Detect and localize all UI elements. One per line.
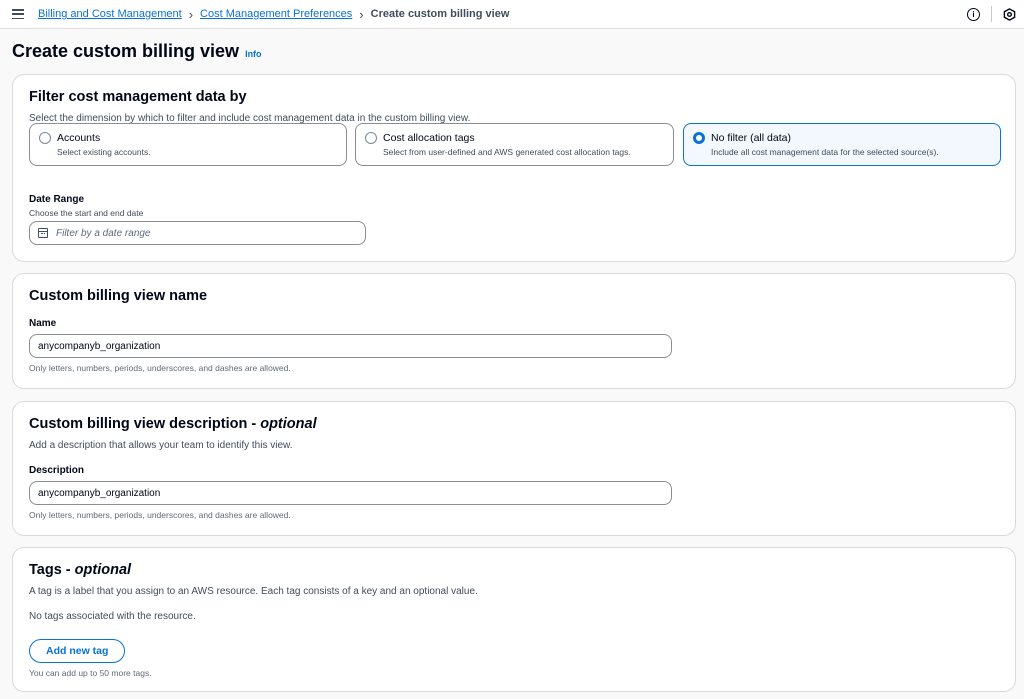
date-range-label: Date Range xyxy=(29,194,85,205)
tags-empty-state: No tags associated with the resource. xyxy=(29,611,196,622)
info-link[interactable]: Info xyxy=(245,49,262,59)
option-label: No filter (all data) xyxy=(711,132,791,144)
description-section-text: Add a description that allows your team … xyxy=(29,440,293,451)
tags-section-title: Tags - optional xyxy=(29,562,132,578)
add-new-tag-button[interactable]: Add new tag xyxy=(29,639,126,663)
option-label: Accounts xyxy=(57,132,101,144)
date-range-input[interactable]: Filter by a date range xyxy=(29,221,366,245)
tags-card: Tags - optional A tag is a label that yo… xyxy=(12,547,1016,692)
page-title: Create custom billing view xyxy=(12,41,240,61)
radio-no-filter[interactable] xyxy=(693,132,705,144)
hamburger-menu-icon[interactable] xyxy=(12,9,24,19)
name-card: Custom billing view name Name anycompany… xyxy=(12,273,1016,389)
filter-card: Filter cost management data by Select th… xyxy=(12,74,1016,262)
option-description: Select from user-defined and AWS generat… xyxy=(383,147,631,157)
description-input[interactable]: anycompanyb_organization xyxy=(29,481,672,505)
breadcrumb-current: Create custom billing view xyxy=(370,8,510,20)
page-header: Create custom billing view Info xyxy=(12,41,262,62)
option-description: Include all cost management data for the… xyxy=(711,147,939,157)
calendar-icon xyxy=(38,228,48,238)
breadcrumb-preferences[interactable]: Cost Management Preferences xyxy=(200,8,352,20)
filter-title: Filter cost management data by xyxy=(29,89,247,105)
name-hint: Only letters, numbers, periods, undersco… xyxy=(29,363,291,373)
radio-accounts[interactable] xyxy=(39,132,51,144)
tags-hint: You can add up to 50 more tags. xyxy=(29,668,152,678)
name-input-value: anycompanyb_organization xyxy=(38,340,161,352)
tags-description: A tag is a label that you assign to an A… xyxy=(29,586,478,597)
name-input[interactable]: anycompanyb_organization xyxy=(29,334,672,358)
description-input-value: anycompanyb_organization xyxy=(38,487,161,499)
description-section-title: Custom billing view description - option… xyxy=(29,416,317,432)
option-label: Cost allocation tags xyxy=(383,132,475,144)
info-circle-icon[interactable]: i xyxy=(967,7,980,21)
option-description: Select existing accounts. xyxy=(57,147,151,157)
radio-cost-allocation-tags[interactable] xyxy=(365,132,377,144)
filter-option-accounts[interactable]: Accounts Select existing accounts. xyxy=(29,123,347,166)
divider xyxy=(991,6,992,22)
description-hint: Only letters, numbers, periods, undersco… xyxy=(29,510,291,520)
date-range-sub: Choose the start and end date xyxy=(29,208,144,218)
top-navigation-bar: Billing and Cost Management › Cost Manag… xyxy=(0,0,1024,29)
filter-option-no-filter[interactable]: No filter (all data) Include all cost ma… xyxy=(683,123,1001,166)
description-card: Custom billing view description - option… xyxy=(12,401,1016,536)
chevron-right-icon: › xyxy=(359,6,364,22)
date-range-placeholder: Filter by a date range xyxy=(56,227,151,239)
chevron-right-icon: › xyxy=(188,6,194,22)
name-label: Name xyxy=(29,318,57,329)
description-label: Description xyxy=(29,465,85,476)
settings-hexagon-icon[interactable] xyxy=(1003,7,1016,21)
filter-option-cost-allocation-tags[interactable]: Cost allocation tags Select from user-de… xyxy=(355,123,674,166)
name-section-title: Custom billing view name xyxy=(29,288,208,304)
breadcrumb-billing[interactable]: Billing and Cost Management xyxy=(38,8,182,20)
